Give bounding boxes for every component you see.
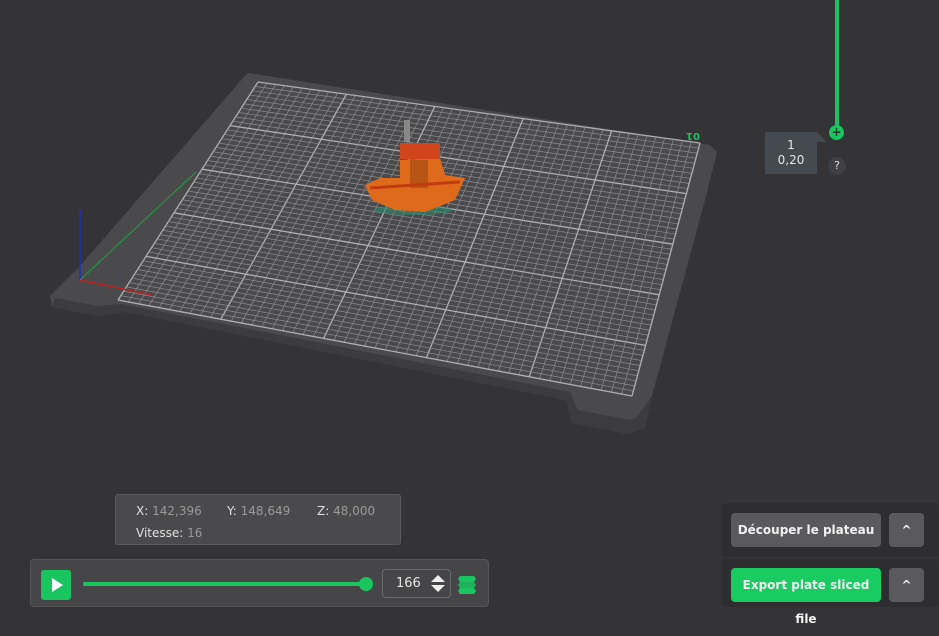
y-label: Y: bbox=[227, 504, 237, 518]
play-button[interactable] bbox=[41, 570, 71, 600]
layer-spinbox[interactable]: 166 bbox=[382, 569, 451, 598]
position-readout: X: 142,396 Y: 148,649 Z: 48,000 Vitesse:… bbox=[115, 494, 401, 545]
y-value: 148,649 bbox=[240, 504, 291, 518]
layer-height: 0,20 bbox=[777, 153, 805, 167]
spin-arrows-icon[interactable] bbox=[431, 574, 445, 594]
slice-panel: Découper le plateau ^ bbox=[722, 503, 939, 557]
speed-label: Vitesse: bbox=[136, 526, 184, 540]
layer-spinbox-value: 166 bbox=[396, 576, 421, 591]
export-sliced-file-button[interactable]: Export plate sliced file bbox=[731, 568, 881, 626]
move-slider-thumb[interactable] bbox=[359, 577, 373, 591]
move-slider-track[interactable] bbox=[83, 582, 367, 586]
x-label: X: bbox=[136, 504, 149, 518]
playback-bar: 166 bbox=[30, 559, 489, 607]
layer-number: 1 bbox=[787, 138, 795, 152]
layer-slider-handle[interactable]: + bbox=[829, 125, 844, 140]
x-value: 142,396 bbox=[152, 504, 202, 518]
layer-info-box: 1 0,20 bbox=[765, 132, 827, 174]
slice-plate-button[interactable]: Découper le plateau bbox=[731, 513, 881, 547]
z-label: Z: bbox=[317, 504, 330, 518]
help-button[interactable]: ? bbox=[828, 157, 846, 175]
layer-slider-track[interactable] bbox=[835, 0, 839, 132]
z-value: 48,000 bbox=[333, 504, 376, 518]
export-panel: Export plate sliced file ^ bbox=[722, 559, 939, 626]
layers-icon[interactable] bbox=[458, 574, 476, 594]
slice-expand-button[interactable]: ^ bbox=[889, 513, 924, 547]
plate-number: 01 bbox=[686, 130, 700, 141]
export-expand-button[interactable]: ^ bbox=[889, 568, 924, 602]
speed-value: 16 bbox=[187, 526, 203, 540]
